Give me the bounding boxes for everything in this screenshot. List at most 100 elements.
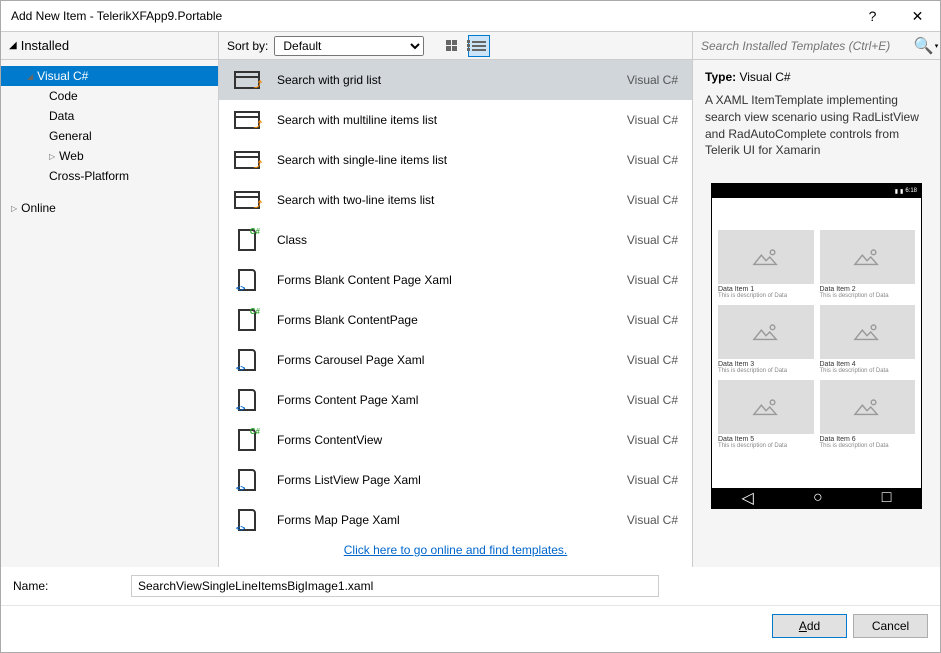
type-row: Type: Visual C# [705, 70, 928, 84]
template-list[interactable]: ⤴Search with grid listVisual C#⤴Search w… [219, 60, 692, 533]
template-lang: Visual C# [627, 273, 678, 287]
preview-card: Data Item 1This is description of Data [718, 230, 814, 299]
template-lang: Visual C# [627, 73, 678, 87]
template-item[interactable]: ⤴ Search with two-line items listVisual C… [219, 180, 692, 220]
preview-card-title: Data Item 4 [820, 359, 916, 368]
home-icon: ○ [813, 489, 823, 507]
template-name: Search with multiline items list [277, 113, 627, 127]
help-button[interactable]: ? [850, 1, 895, 31]
sort-dropdown[interactable]: Default [274, 36, 424, 56]
template-preview: ▮ ▮ 6:18 Data Item 1This is description … [711, 183, 922, 509]
template-item[interactable]: Forms Carousel Page XamlVisual C# [219, 340, 692, 380]
template-item[interactable]: ⤴ Search with multiline items listVisual … [219, 100, 692, 140]
preview-body: Data Item 1This is description of DataDa… [712, 198, 921, 488]
preview-navbar: ◁ ○ □ [712, 488, 921, 508]
search-box: 🔍 ▾ [693, 32, 940, 60]
template-name: Forms ListView Page Xaml [277, 473, 627, 487]
template-name: Forms Blank ContentPage [277, 313, 627, 327]
template-item[interactable]: Forms ListView Page XamlVisual C# [219, 460, 692, 500]
close-button[interactable]: ✕ [895, 1, 940, 31]
main-content: ◢ Installed Visual C#CodeDataGeneralWebC… [1, 31, 940, 567]
template-name: Forms Blank Content Page Xaml [277, 273, 627, 287]
placeholder-image-icon [718, 305, 814, 359]
online-templates-link[interactable]: Click here to go online and find templat… [344, 543, 567, 557]
template-item[interactable]: ⤴Search with single-line items listVisua… [219, 140, 692, 180]
template-item[interactable]: ⤴ Search with grid listVisual C# [219, 60, 692, 100]
template-icon [233, 468, 261, 492]
placeholder-image-icon [820, 380, 916, 434]
dropdown-icon: ▾ [935, 42, 939, 50]
tree-item-data[interactable]: Data [1, 106, 218, 126]
search-icon: 🔍 [914, 36, 934, 56]
template-item[interactable]: C# Forms ContentViewVisual C# [219, 420, 692, 460]
template-name: Forms Map Page Xaml [277, 513, 627, 527]
chevron-left-icon: ◢ [9, 40, 17, 51]
preview-card-title: Data Item 1 [718, 284, 814, 293]
tree-item-online[interactable]: Online [1, 198, 218, 218]
template-name: Search with single-line items list [277, 153, 627, 167]
cancel-button[interactable]: Cancel [853, 614, 928, 638]
template-description: A XAML ItemTemplate implementing search … [705, 92, 928, 159]
preview-card: Data Item 3This is description of Data [718, 305, 814, 374]
preview-card: Data Item 4This is description of Data [820, 305, 916, 374]
template-icon: C# [233, 428, 261, 452]
preview-card: Data Item 6This is description of Data [820, 380, 916, 449]
title-bar: Add New Item - TelerikXFApp9.Portable ? … [1, 1, 940, 31]
category-panel: ◢ Installed Visual C#CodeDataGeneralWebC… [1, 32, 219, 567]
tree-item-web[interactable]: Web [1, 146, 218, 166]
template-lang: Visual C# [627, 113, 678, 127]
template-lang: Visual C# [627, 433, 678, 447]
template-lang: Visual C# [627, 393, 678, 407]
template-name: Forms Content Page Xaml [277, 393, 627, 407]
preview-card-title: Data Item 6 [820, 434, 916, 443]
template-name: Forms ContentView [277, 433, 627, 447]
template-name: Search with grid list [277, 73, 627, 87]
template-lang: Visual C# [627, 153, 678, 167]
tree-item-general[interactable]: General [1, 126, 218, 146]
template-toolbar: Sort by: Default [219, 32, 692, 60]
search-input[interactable] [693, 32, 912, 59]
signal-icon: ▮ [895, 188, 898, 195]
tree-item-code[interactable]: Code [1, 86, 218, 106]
template-item[interactable]: Forms Map Page XamlVisual C# [219, 500, 692, 533]
preview-card: Data Item 2This is description of Data [820, 230, 916, 299]
preview-card-title: Data Item 3 [718, 359, 814, 368]
template-lang: Visual C# [627, 193, 678, 207]
template-item[interactable]: C#Forms Blank ContentPageVisual C# [219, 300, 692, 340]
window-title: Add New Item - TelerikXFApp9.Portable [11, 9, 850, 23]
name-label: Name: [13, 579, 123, 593]
template-icon: ⤴ [233, 108, 261, 132]
grid-icon [446, 40, 457, 51]
preview-card-title: Data Item 2 [820, 284, 916, 293]
name-row: Name: [1, 567, 940, 605]
template-lang: Visual C# [627, 513, 678, 527]
placeholder-image-icon [820, 305, 916, 359]
category-tree: Visual C#CodeDataGeneralWebCross-Platfor… [1, 60, 218, 567]
preview-card: Data Item 5This is description of Data [718, 380, 814, 449]
template-item[interactable]: C#ClassVisual C# [219, 220, 692, 260]
template-details: Type: Visual C# A XAML ItemTemplate impl… [693, 60, 940, 183]
add-button[interactable]: Add [772, 614, 847, 638]
name-input[interactable] [131, 575, 659, 597]
installed-header[interactable]: ◢ Installed [1, 32, 218, 60]
template-icon [233, 268, 261, 292]
template-item[interactable]: Forms Blank Content Page XamlVisual C# [219, 260, 692, 300]
dialog-footer: Add Cancel [1, 605, 940, 652]
search-button[interactable]: 🔍 ▾ [912, 32, 940, 60]
preview-card-sub: This is description of Data [820, 443, 916, 449]
template-name: Search with two-line items list [277, 193, 627, 207]
preview-card-sub: This is description of Data [718, 443, 814, 449]
details-panel: 🔍 ▾ Type: Visual C# A XAML ItemTemplate … [692, 32, 940, 567]
template-item[interactable]: Forms Content Page XamlVisual C# [219, 380, 692, 420]
placeholder-image-icon [820, 230, 916, 284]
tree-item-cross-platform[interactable]: Cross-Platform [1, 166, 218, 186]
grid-view-button[interactable] [440, 35, 462, 57]
list-view-button[interactable] [468, 35, 490, 57]
template-icon: ⤴ [233, 188, 261, 212]
template-icon: ⤴ [233, 68, 261, 92]
tree-item-visual-c-[interactable]: Visual C# [1, 66, 218, 86]
battery-icon: ▮ [900, 188, 903, 195]
preview-card-title: Data Item 5 [718, 434, 814, 443]
placeholder-image-icon [718, 380, 814, 434]
preview-grid: Data Item 1This is description of DataDa… [718, 230, 915, 449]
